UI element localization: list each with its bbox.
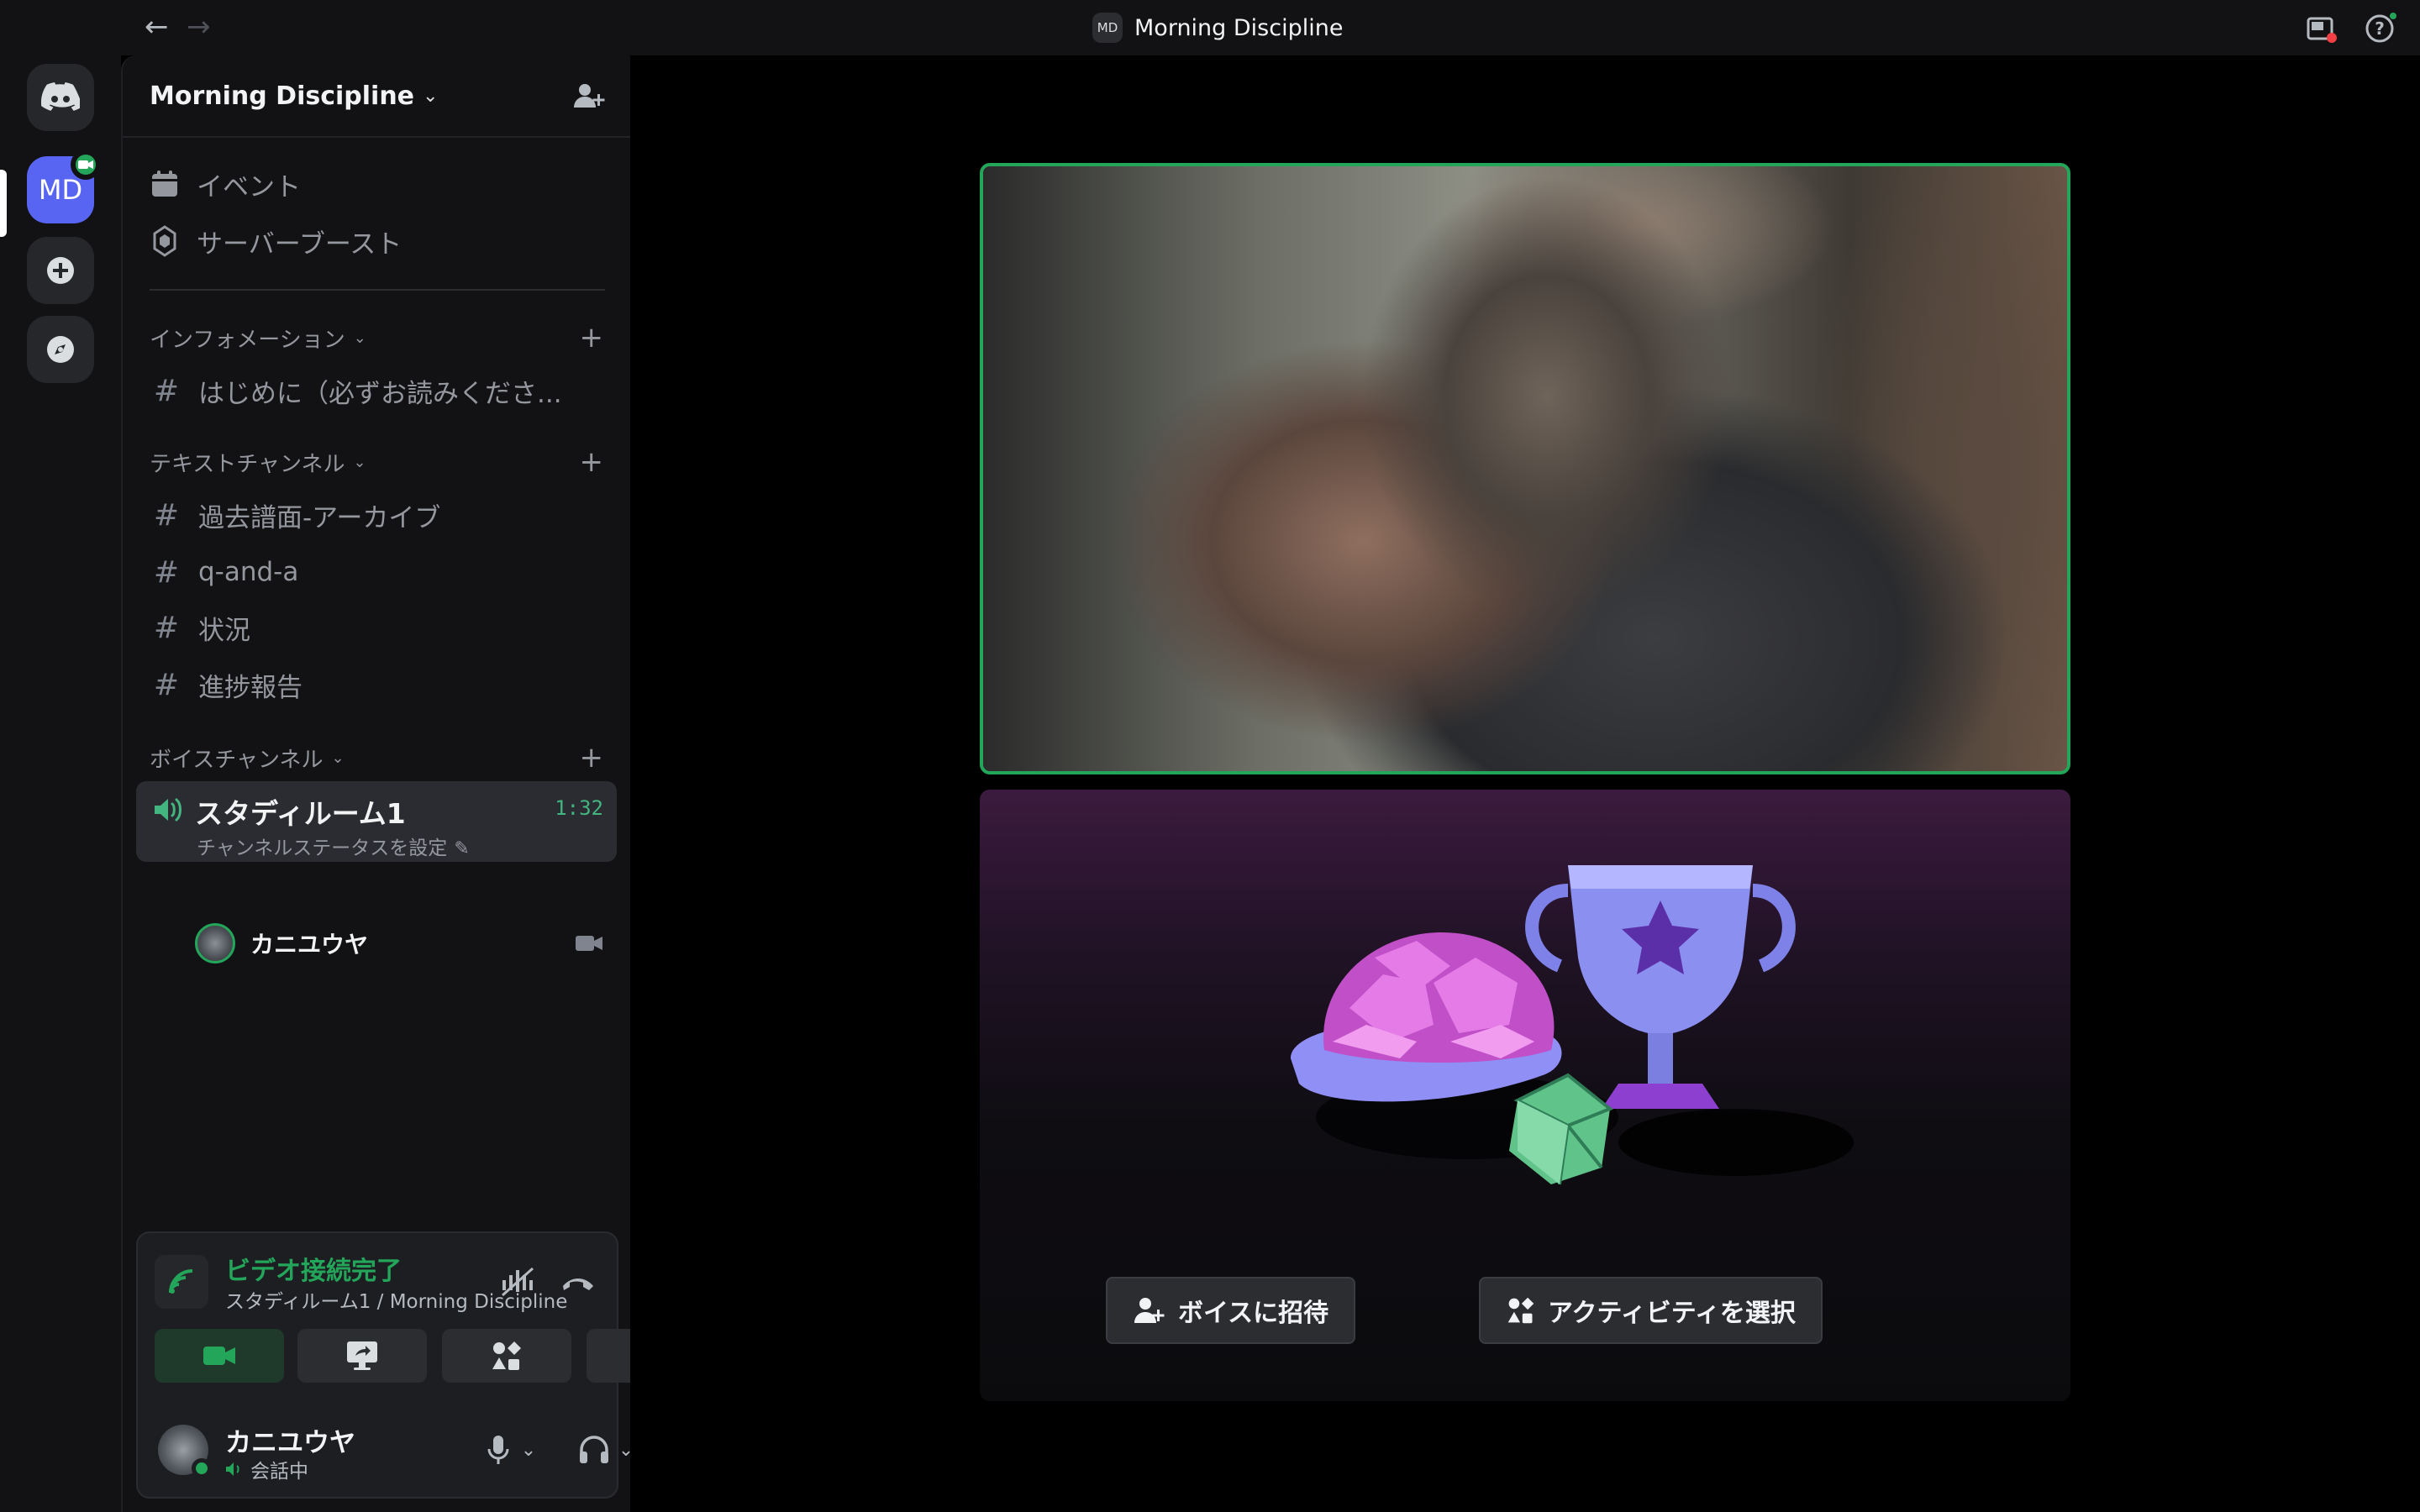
chevron-down-icon: ⌄ — [331, 748, 345, 767]
channel-item[interactable]: # はじめに（必ずお読みくださ... — [150, 366, 608, 415]
forward-arrow-icon[interactable]: → — [187, 10, 211, 44]
window-title: MD Morning Discipline — [1092, 0, 1343, 55]
screen-share-button[interactable] — [297, 1329, 427, 1383]
channel-item[interactable]: # q-and-a — [150, 548, 608, 596]
server-initials: MD — [38, 174, 83, 206]
chevron-down-icon: ⌄ — [353, 328, 366, 347]
category-text[interactable]: テキストチャンネル ⌄ + — [150, 445, 608, 479]
back-arrow-icon[interactable]: ← — [145, 10, 169, 44]
hash-icon: # — [153, 667, 180, 702]
channel-item[interactable]: # 過去譜面-アーカイブ — [150, 491, 608, 539]
divider — [150, 289, 605, 291]
inbox-icon[interactable] — [2304, 12, 2338, 45]
channel-label: 過去譜面-アーカイブ — [198, 502, 441, 533]
activities-button[interactable] — [442, 1329, 571, 1383]
category-label: テキストチャンネル — [150, 451, 345, 477]
channel-status-setter[interactable]: チャンネルステータスを設定 ✎ — [197, 832, 470, 860]
sidebar-item-label: イベント — [197, 171, 301, 202]
server-icon-md[interactable]: MD — [27, 150, 101, 223]
channel-label: q-and-a — [198, 557, 299, 587]
sidebar-item-events[interactable]: イベント — [148, 160, 301, 208]
channel-sidebar: Morning Discipline ⌄ イベント サーバーブースト インフォメ… — [121, 55, 716, 1512]
add-channel-icon[interactable]: + — [580, 445, 604, 479]
noise-suppression-icon[interactable] — [494, 1258, 541, 1305]
sidebar-item-boost[interactable]: サーバーブースト — [148, 217, 402, 265]
server-header[interactable]: Morning Discipline ⌄ — [123, 55, 630, 138]
channel-label: はじめに（必ずお読みくださ... — [198, 378, 562, 409]
sidebar-item-label: サーバーブースト — [197, 228, 402, 260]
current-user-state-label: 会話中 — [250, 1461, 308, 1483]
boost-icon — [148, 224, 182, 258]
camera-icon — [575, 931, 603, 956]
title-bar: ← → MD Morning Discipline ? — [0, 0, 2420, 55]
voice-channel-name: スタディルーム1 — [195, 797, 406, 830]
category-label: ボイスチャンネル — [150, 747, 324, 773]
calendar-icon — [148, 167, 182, 201]
voice-stage: ボイスに招待 アクティビティを選択 — [630, 55, 2420, 1512]
avatar — [195, 923, 235, 963]
server-name: Morning Discipline — [150, 81, 415, 111]
add-channel-icon[interactable]: + — [580, 321, 604, 354]
participant-name: カニユウヤ — [250, 931, 369, 958]
invite-to-voice-label: ボイスに招待 — [1178, 1299, 1329, 1328]
hash-icon: # — [153, 554, 180, 590]
voice-elapsed-time: 1:32 — [555, 796, 603, 820]
participant-video-tile[interactable] — [980, 163, 2070, 774]
category-voice[interactable]: ボイスチャンネル ⌄ + — [150, 741, 608, 774]
mic-options-chevron-icon[interactable]: ⌄ — [516, 1431, 541, 1468]
channel-label: 状況 — [198, 615, 250, 646]
voice-connection-panel: ビデオ接続完了 スタディルーム1 / Morning Discipline カニ… — [136, 1231, 716, 1499]
hash-icon: # — [153, 610, 180, 645]
channel-item[interactable]: # 進捗報告 — [150, 660, 608, 709]
add-server-icon[interactable] — [27, 237, 94, 304]
channel-item[interactable]: # 状況 — [150, 603, 608, 652]
microphone-icon[interactable] — [481, 1431, 516, 1468]
explore-icon[interactable] — [27, 316, 94, 383]
headphones-icon[interactable] — [575, 1431, 613, 1468]
invite-people-icon[interactable] — [571, 79, 607, 114]
hash-icon: # — [153, 373, 180, 408]
speaker-small-icon — [226, 1462, 239, 1476]
activity-icon — [1507, 1297, 1534, 1324]
camera-toggle-button[interactable] — [155, 1329, 284, 1383]
activity-illustration-icon — [1291, 865, 1854, 1185]
server-badge: MD — [1092, 13, 1123, 43]
channel-label: 進捗報告 — [198, 672, 302, 703]
invite-to-voice-button[interactable]: ボイスに招待 — [1106, 1277, 1356, 1344]
discord-home-icon[interactable] — [27, 64, 94, 131]
voice-channel-active[interactable]: スタディルーム1 1:32 チャンネルステータスを設定 ✎ — [136, 781, 617, 862]
help-icon[interactable]: ? — [2363, 12, 2396, 45]
choose-activity-button[interactable]: アクティビティを選択 — [1479, 1277, 1823, 1344]
signal-icon[interactable] — [155, 1255, 208, 1309]
channel-status-label: チャンネルステータスを設定 — [197, 837, 448, 859]
chevron-down-icon: ⌄ — [353, 453, 366, 471]
activity-prompt-tile: ボイスに招待 アクティビティを選択 — [980, 790, 2070, 1401]
svg-text:?: ? — [2375, 18, 2385, 39]
category-label: インフォメーション — [150, 327, 345, 353]
speaker-icon — [151, 793, 185, 827]
choose-activity-label: アクティビティを選択 — [1548, 1299, 1796, 1328]
disconnect-icon[interactable] — [555, 1258, 602, 1305]
window-title-text: Morning Discipline — [1134, 14, 1344, 41]
voice-participant[interactable]: カニユウヤ — [195, 921, 615, 966]
pencil-icon: ✎ — [454, 838, 470, 859]
current-user-name[interactable]: カニユウヤ — [225, 1421, 355, 1459]
connection-status-title: ビデオ接続完了 — [225, 1257, 402, 1286]
online-status-dot — [192, 1458, 212, 1478]
category-info[interactable]: インフォメーション ⌄ + — [150, 321, 608, 354]
selected-server-indicator — [0, 170, 7, 237]
hash-icon: # — [153, 497, 180, 533]
video-badge-icon — [71, 150, 101, 180]
invite-person-icon — [1134, 1298, 1165, 1323]
chevron-down-icon: ⌄ — [423, 85, 439, 107]
current-user-state: 会話中 — [225, 1455, 308, 1483]
server-rail: MD — [0, 55, 121, 1512]
add-channel-icon[interactable]: + — [580, 741, 604, 774]
